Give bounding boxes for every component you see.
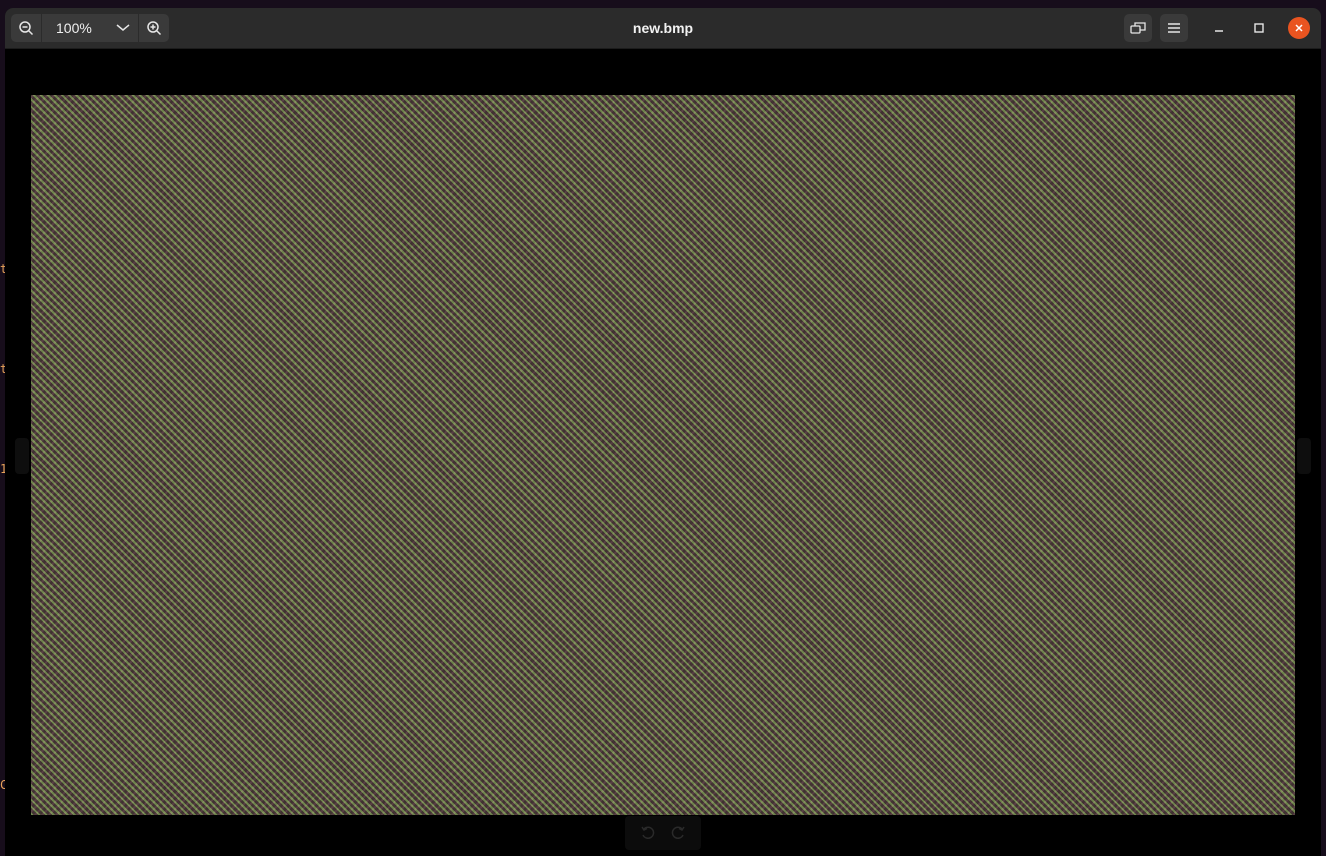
- image-viewer-window: 100% new.bmp: [5, 8, 1321, 856]
- zoom-in-icon: [147, 21, 162, 36]
- next-image-handle[interactable]: [1297, 438, 1311, 474]
- zoom-level-value[interactable]: 100%: [42, 14, 108, 42]
- minimize-icon: [1215, 30, 1223, 32]
- minimize-button[interactable]: [1208, 17, 1230, 39]
- main-menu-button[interactable]: [1160, 14, 1188, 42]
- displayed-image[interactable]: [31, 95, 1295, 815]
- rotate-left-icon[interactable]: [640, 825, 656, 841]
- headerbar: 100% new.bmp: [5, 8, 1321, 49]
- zoom-dropdown-button[interactable]: [108, 14, 138, 42]
- previous-image-handle[interactable]: [15, 438, 29, 474]
- maximize-button[interactable]: [1248, 17, 1270, 39]
- hamburger-menu-icon: [1168, 23, 1180, 33]
- fullscreen-button[interactable]: [1124, 14, 1152, 42]
- maximize-icon: [1254, 23, 1264, 33]
- close-icon: [1295, 24, 1303, 32]
- window-restore-icon: [1130, 22, 1146, 34]
- zoom-controls: 100%: [11, 14, 169, 42]
- zoom-out-button[interactable]: [11, 14, 42, 42]
- rotate-toolbar: [625, 816, 701, 850]
- chevron-down-icon: [116, 24, 130, 31]
- rotate-right-icon[interactable]: [670, 825, 686, 841]
- close-button[interactable]: [1288, 17, 1310, 39]
- zoom-out-icon: [19, 21, 34, 36]
- zoom-in-button[interactable]: [138, 14, 169, 42]
